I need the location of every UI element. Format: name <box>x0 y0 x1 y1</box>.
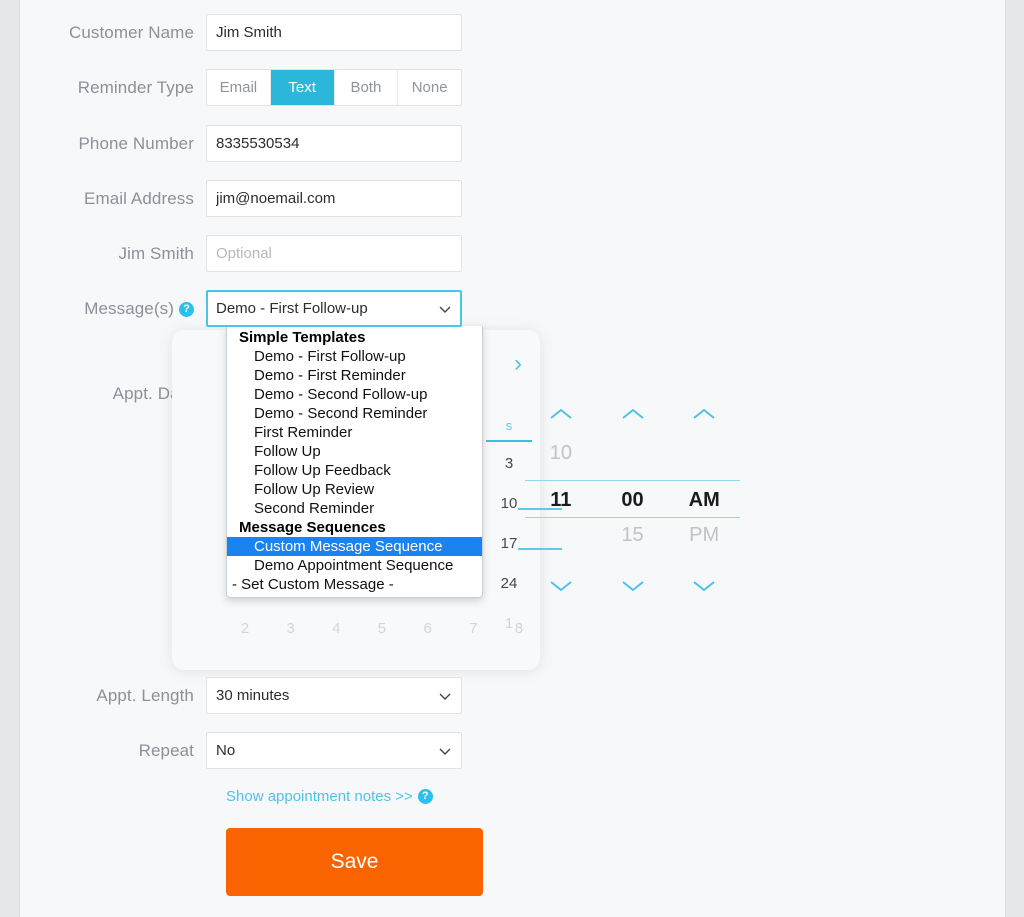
appt-length-value: 30 minutes <box>216 687 290 704</box>
appointment-form-page: Customer Name Reminder Type Email Text B… <box>0 0 1024 917</box>
show-appointment-notes-link[interactable]: Show appointment notes >>? <box>226 788 433 805</box>
minute-next-value[interactable]: 15 <box>597 524 669 547</box>
dropdown-item-demo-first-followup[interactable]: Demo - First Follow-up <box>227 347 482 366</box>
dropdown-item-demo-second-followup[interactable]: Demo - Second Follow-up <box>227 385 482 404</box>
save-button[interactable]: Save <box>226 828 483 896</box>
appt-time-picker[interactable]: 10 11 00 15 AM PM <box>525 400 741 600</box>
dropdown-item-follow-up-feedback[interactable]: Follow Up Feedback <box>227 461 482 480</box>
row-messages: Message(s)? Demo - First Follow-up <box>20 290 1005 328</box>
reminder-type-option-text[interactable]: Text <box>270 70 335 105</box>
calendar-next-month-row: 2 3 4 5 6 7 8 <box>232 620 532 637</box>
dropdown-item-second-reminder[interactable]: Second Reminder <box>227 499 482 518</box>
appt-length-select[interactable]: 30 minutes <box>206 677 462 714</box>
hour-increment-icon[interactable] <box>546 406 576 422</box>
field-customer-name <box>206 14 462 51</box>
calendar-nextmonth-7[interactable]: 7 <box>460 620 486 637</box>
timepicker-hour-column: 10 11 <box>525 400 597 600</box>
hour-decrement-icon[interactable] <box>546 578 576 594</box>
calendar-nextmonth-3[interactable]: 3 <box>278 620 304 637</box>
field-messages: Demo - First Follow-up <box>206 290 462 327</box>
help-icon-notes[interactable]: ? <box>417 789 433 804</box>
repeat-select[interactable]: No <box>206 732 462 769</box>
label-phone-number: Phone Number <box>78 134 194 153</box>
row-repeat: Repeat No <box>20 732 1005 770</box>
hour-current-value[interactable]: 11 <box>525 480 597 518</box>
reminder-type-option-email[interactable]: Email <box>207 70 271 105</box>
dropdown-item-demo-second-reminder[interactable]: Demo - Second Reminder <box>227 404 482 423</box>
chevron-down-icon <box>438 744 452 758</box>
minute-decrement-icon[interactable] <box>618 578 648 594</box>
chevron-down-icon <box>438 302 452 316</box>
label-reminder-type: Reminder Type <box>77 78 194 97</box>
right-page-gutter <box>1005 0 1024 917</box>
reminder-type-option-none[interactable]: None <box>398 70 461 105</box>
meridiem-next-value[interactable]: PM <box>668 524 740 547</box>
optional-input[interactable] <box>206 235 462 272</box>
timepicker-minute-column: 00 15 <box>596 400 669 600</box>
calendar-dow-saturday: s <box>505 418 513 433</box>
field-phone-number <box>206 125 462 162</box>
messages-select-value: Demo - First Follow-up <box>216 300 368 317</box>
email-address-input[interactable] <box>206 180 462 217</box>
row-email-address: Email Address <box>20 180 1005 218</box>
dropdown-group-message-sequences: Message Sequences <box>239 519 386 536</box>
dropdown-item-demo-first-reminder[interactable]: Demo - First Reminder <box>227 366 482 385</box>
repeat-value: No <box>216 742 236 759</box>
calendar-nextmonth-4[interactable]: 4 <box>323 620 349 637</box>
calendar-nextmonth-5[interactable]: 5 <box>369 620 395 637</box>
show-appointment-notes-label: Show appointment notes >> <box>226 788 413 805</box>
phone-number-input[interactable] <box>206 125 462 162</box>
label-messages: Message(s)? <box>20 290 194 328</box>
field-repeat: No <box>206 732 462 769</box>
timepicker-meridiem-column: AM PM <box>668 400 741 600</box>
meridiem-current-value[interactable]: AM <box>668 480 741 518</box>
label-optional-field: Jim Smith <box>118 244 194 263</box>
reminder-type-option-both[interactable]: Both <box>334 70 399 105</box>
dropdown-item-follow-up[interactable]: Follow Up <box>227 442 482 461</box>
row-phone-number: Phone Number <box>20 125 1005 163</box>
row-optional-field: Jim Smith <box>20 235 1005 273</box>
field-optional <box>206 235 462 272</box>
meridiem-decrement-icon[interactable] <box>689 578 719 594</box>
messages-select[interactable]: Demo - First Follow-up <box>206 290 462 327</box>
label-repeat: Repeat <box>138 741 194 760</box>
label-customer-name: Customer Name <box>68 23 194 42</box>
dropdown-item-custom-message-sequence[interactable]: Custom Message Sequence <box>227 537 482 556</box>
field-email-address <box>206 180 462 217</box>
calendar-next-month-icon[interactable]: › <box>514 352 522 376</box>
label-appt-length: Appt. Length <box>96 686 194 705</box>
field-reminder-type: Email Text Both None <box>206 69 462 106</box>
row-customer-name: Customer Name <box>20 14 1005 52</box>
minute-increment-icon[interactable] <box>618 406 648 422</box>
dropdown-item-first-reminder[interactable]: First Reminder <box>227 423 482 442</box>
dropdown-item-follow-up-review[interactable]: Follow Up Review <box>227 480 482 499</box>
calendar-nextmonth-6[interactable]: 6 <box>415 620 441 637</box>
calendar-day-24[interactable]: 24 <box>496 575 522 592</box>
calendar-nextmonth-8[interactable]: 8 <box>506 620 532 637</box>
label-email-address: Email Address <box>84 189 194 208</box>
reminder-type-segmented-control[interactable]: Email Text Both None <box>206 69 462 106</box>
dropdown-item-demo-appointment-sequence[interactable]: Demo Appointment Sequence <box>227 556 482 575</box>
field-appt-length: 30 minutes <box>206 677 462 714</box>
dropdown-group-simple-templates: Simple Templates <box>239 329 366 346</box>
label-appt-date: Appt. Date <box>112 384 194 403</box>
help-icon-messages[interactable]: ? <box>179 302 194 317</box>
dropdown-item-set-custom-message[interactable]: - Set Custom Message - <box>227 575 482 594</box>
row-reminder-type: Reminder Type Email Text Both None <box>20 69 1005 107</box>
calendar-nextmonth-2[interactable]: 2 <box>232 620 258 637</box>
hour-previous-value[interactable]: 10 <box>525 442 597 465</box>
left-page-gutter <box>0 0 20 917</box>
minute-current-value[interactable]: 00 <box>596 480 669 518</box>
row-appt-length: Appt. Length 30 minutes <box>20 677 1005 715</box>
messages-dropdown-list[interactable]: Simple Templates Demo - First Follow-up … <box>226 326 483 598</box>
label-messages-text: Message(s) <box>84 299 174 318</box>
meridiem-increment-icon[interactable] <box>689 406 719 422</box>
calendar-day-3[interactable]: 3 <box>496 455 522 472</box>
appointment-form-panel: Customer Name Reminder Type Email Text B… <box>20 0 1005 917</box>
chevron-down-icon <box>438 689 452 703</box>
customer-name-input[interactable] <box>206 14 462 51</box>
